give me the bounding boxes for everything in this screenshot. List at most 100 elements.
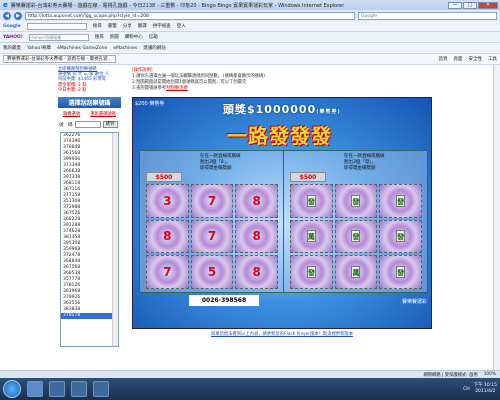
media-taskbar-icon[interactable]: [71, 381, 87, 397]
scratch-cell[interactable]: 5: [190, 255, 234, 289]
page-menu[interactable]: 頁面: [454, 56, 463, 62]
security-zone: 網際網路 | 受保護模式: 啟用: [423, 372, 478, 378]
scratch-cell[interactable]: 發: [379, 219, 422, 254]
tab-bar: 賽樂賽運彩-台灣彩券大賽場 - 遊戲在線 - 電視孔遊... 首頁 頁面 安全性…: [0, 54, 500, 65]
mahjong-tile-icon: 發: [396, 230, 406, 243]
ticket-number-list[interactable]: 362276 374396 378848 361568 399906 373348 3666…: [60, 132, 119, 348]
app-taskbar-icon[interactable]: [93, 381, 109, 397]
google-toolbar-item[interactable]: 書籤: [108, 23, 117, 29]
mahjong-tile-icon: 發: [306, 194, 316, 207]
reset-pick-link[interactable]: 重新選擇號碼: [90, 111, 116, 117]
yahoo-toolbar-item[interactable]: 新聞: [110, 34, 119, 40]
ticket-serial-number: 0026-398568: [189, 295, 259, 306]
ticket-price: $200 樂幣券: [135, 101, 165, 107]
scratch-cell[interactable]: 發: [379, 255, 422, 289]
status-bar: 網際網路 | 受保護模式: 啟用 100%: [0, 370, 500, 378]
rules-link[interactable]: 刮刮樂活規: [166, 86, 187, 91]
scratch-cell[interactable]: 發: [334, 219, 378, 254]
left-prize-amount: $500: [146, 172, 182, 182]
google-toolbar: Google 搜尋 書籤 分享 翻譯 拼字檢查 登入: [0, 21, 500, 32]
favorites-button[interactable]: 我的最愛: [3, 45, 21, 51]
scratch-cell[interactable]: 發: [290, 255, 333, 289]
page-content: 立即購買刮刮樂號碼 選號樂 玩 大 三 家 數位 人 目前中獎: $1465 彩…: [0, 65, 500, 370]
scratch-cell[interactable]: 8: [146, 219, 189, 254]
scratch-cell[interactable]: 8: [235, 219, 278, 254]
scratch-cell[interactable]: 發: [290, 184, 333, 218]
yahoo-toolbar-item[interactable]: 購物中心: [125, 34, 143, 40]
list-item[interactable]: 378578: [61, 313, 118, 320]
google-toolbar-item[interactable]: 拼字檢查: [153, 23, 171, 29]
favorite-link[interactable]: 建議的網站: [143, 45, 166, 51]
zoom-level[interactable]: 100%: [484, 372, 496, 377]
back-button[interactable]: ◀: [3, 11, 11, 20]
clock[interactable]: 下午 10:15 2011/4/2: [474, 383, 497, 395]
yahoo-toolbar: YAHOO! Yahoo!奇摩搜尋 搜尋 新聞 購物中心 信箱: [0, 32, 500, 43]
yahoo-brand: YAHOO!: [3, 34, 23, 40]
mahjong-tile-icon: 萬: [306, 230, 316, 243]
ie-taskbar-icon[interactable]: [27, 381, 43, 397]
favorites-bar: 我的最愛 Yahoo!奇摩 eMachines GameZone eMachin…: [0, 43, 500, 54]
favorite-link[interactable]: eMachines: [113, 46, 137, 51]
url-field[interactable]: http://lotto.auponet.com/igg_scope.php?s…: [25, 11, 355, 20]
scratch-cell[interactable]: 7: [190, 184, 234, 218]
scratch-cell[interactable]: 萬: [290, 219, 333, 254]
google-toolbar-item[interactable]: 分享: [123, 23, 132, 29]
random-pick-link[interactable]: 隨機選號: [63, 111, 80, 117]
system-tray: CH 下午 10:15 2011/4/2: [463, 383, 497, 395]
tab-current[interactable]: 賽樂賽運彩-台灣彩券大賽場 - 遊戲在線 - 電視孔遊...: [3, 55, 116, 63]
google-brand: Google: [3, 23, 21, 29]
home-menu[interactable]: 首頁: [439, 56, 448, 62]
scratch-cell[interactable]: 3: [146, 184, 189, 218]
google-toolbar-item[interactable]: 翻譯: [138, 23, 147, 29]
scratch-cell[interactable]: 7: [146, 255, 189, 289]
forward-button[interactable]: ▶: [14, 11, 22, 20]
main-panel: [操作說明] 1.請你先選擇左邊一個玩法觸擊連碼到同刮數， (號碼都會顯示的號碼…: [124, 65, 440, 337]
scratch-cell[interactable]: 8: [235, 184, 278, 218]
minimize-button[interactable]: ─: [448, 1, 462, 9]
google-search-button[interactable]: 搜尋: [93, 23, 102, 29]
ie-logo-icon: e: [3, 1, 8, 9]
google-toolbar-item[interactable]: 登入: [177, 23, 186, 29]
page-scrollbar[interactable]: [493, 65, 500, 370]
yahoo-toolbar-item[interactable]: 信箱: [149, 34, 158, 40]
jump-label: 號 碼: [59, 122, 73, 128]
left-instructions: 在任一款直線或橫線 刮出3個「8」， 即得獎金欄獎額: [200, 154, 241, 171]
favorite-link[interactable]: Yahoo!奇摩: [27, 45, 51, 51]
mahjong-tile-icon: 發: [396, 194, 406, 207]
address-bar: ◀ ▶ http://lotto.auponet.com/igg_scope.p…: [0, 10, 500, 21]
mahjong-tile-icon: 發: [306, 266, 316, 279]
mahjong-tile-icon: 萬: [351, 266, 361, 279]
scratch-cell[interactable]: 發: [379, 184, 422, 218]
select-number-button[interactable]: 選擇刮刮樂號碼: [58, 97, 121, 109]
start-button[interactable]: [3, 380, 21, 398]
sidebar: 立即購買刮刮樂號碼 選號樂 玩 大 三 家 數位 人 目前中獎: $1465 彩…: [56, 65, 123, 370]
scratch-cell[interactable]: 發: [334, 184, 378, 218]
yahoo-search-button[interactable]: 搜尋: [95, 34, 104, 40]
right-scratch-panel: 在任一款直線或橫線 刮出3個「發」， 即得獎金欄獎額 $500 發 發 發 萬 …: [283, 150, 428, 293]
close-button[interactable]: ✕: [478, 1, 498, 9]
browser-search-input[interactable]: Google: [358, 11, 497, 20]
game-brand: 賽樂賽運彩: [401, 299, 427, 305]
tools-menu[interactable]: 工具: [488, 56, 497, 62]
explorer-taskbar-icon[interactable]: [49, 381, 65, 397]
scratch-cell[interactable]: 萬: [334, 255, 378, 289]
mahjong-tile-icon: 發: [396, 266, 406, 279]
flash-update-link[interactable]: 如果您無法看到以上內容，請更新您的Flash Player版本！點這裡更新版本: [132, 331, 432, 337]
language-indicator[interactable]: CH: [463, 387, 470, 392]
scratch-cell[interactable]: 8: [235, 255, 278, 289]
mahjong-tile-icon: 發: [351, 230, 361, 243]
yahoo-search-input[interactable]: Yahoo!奇摩搜尋: [28, 33, 89, 41]
scratch-card-game[interactable]: $200 樂幣券 頭獎$1000000(樂幣券) 一路發發發 在任一款直線或橫線…: [132, 97, 432, 329]
google-search-input[interactable]: [26, 22, 87, 30]
list-scrollbar[interactable]: [112, 133, 118, 347]
jackpot-banner: 頭獎$1000000(樂幣券): [223, 103, 341, 116]
jump-to-number: 號 碼 跳到: [56, 118, 123, 131]
safety-menu[interactable]: 安全性: [469, 56, 483, 62]
number-input[interactable]: [74, 121, 101, 129]
jump-button[interactable]: 跳到: [102, 121, 118, 129]
maximize-button[interactable]: □: [463, 1, 477, 9]
game-logo: 一路發發發: [227, 124, 332, 148]
right-scratch-grid: 發 發 發 萬 發 發 發 萬 發: [290, 184, 422, 289]
favorite-link[interactable]: eMachines GameZone: [57, 46, 107, 51]
scratch-cell[interactable]: 7: [190, 219, 234, 254]
